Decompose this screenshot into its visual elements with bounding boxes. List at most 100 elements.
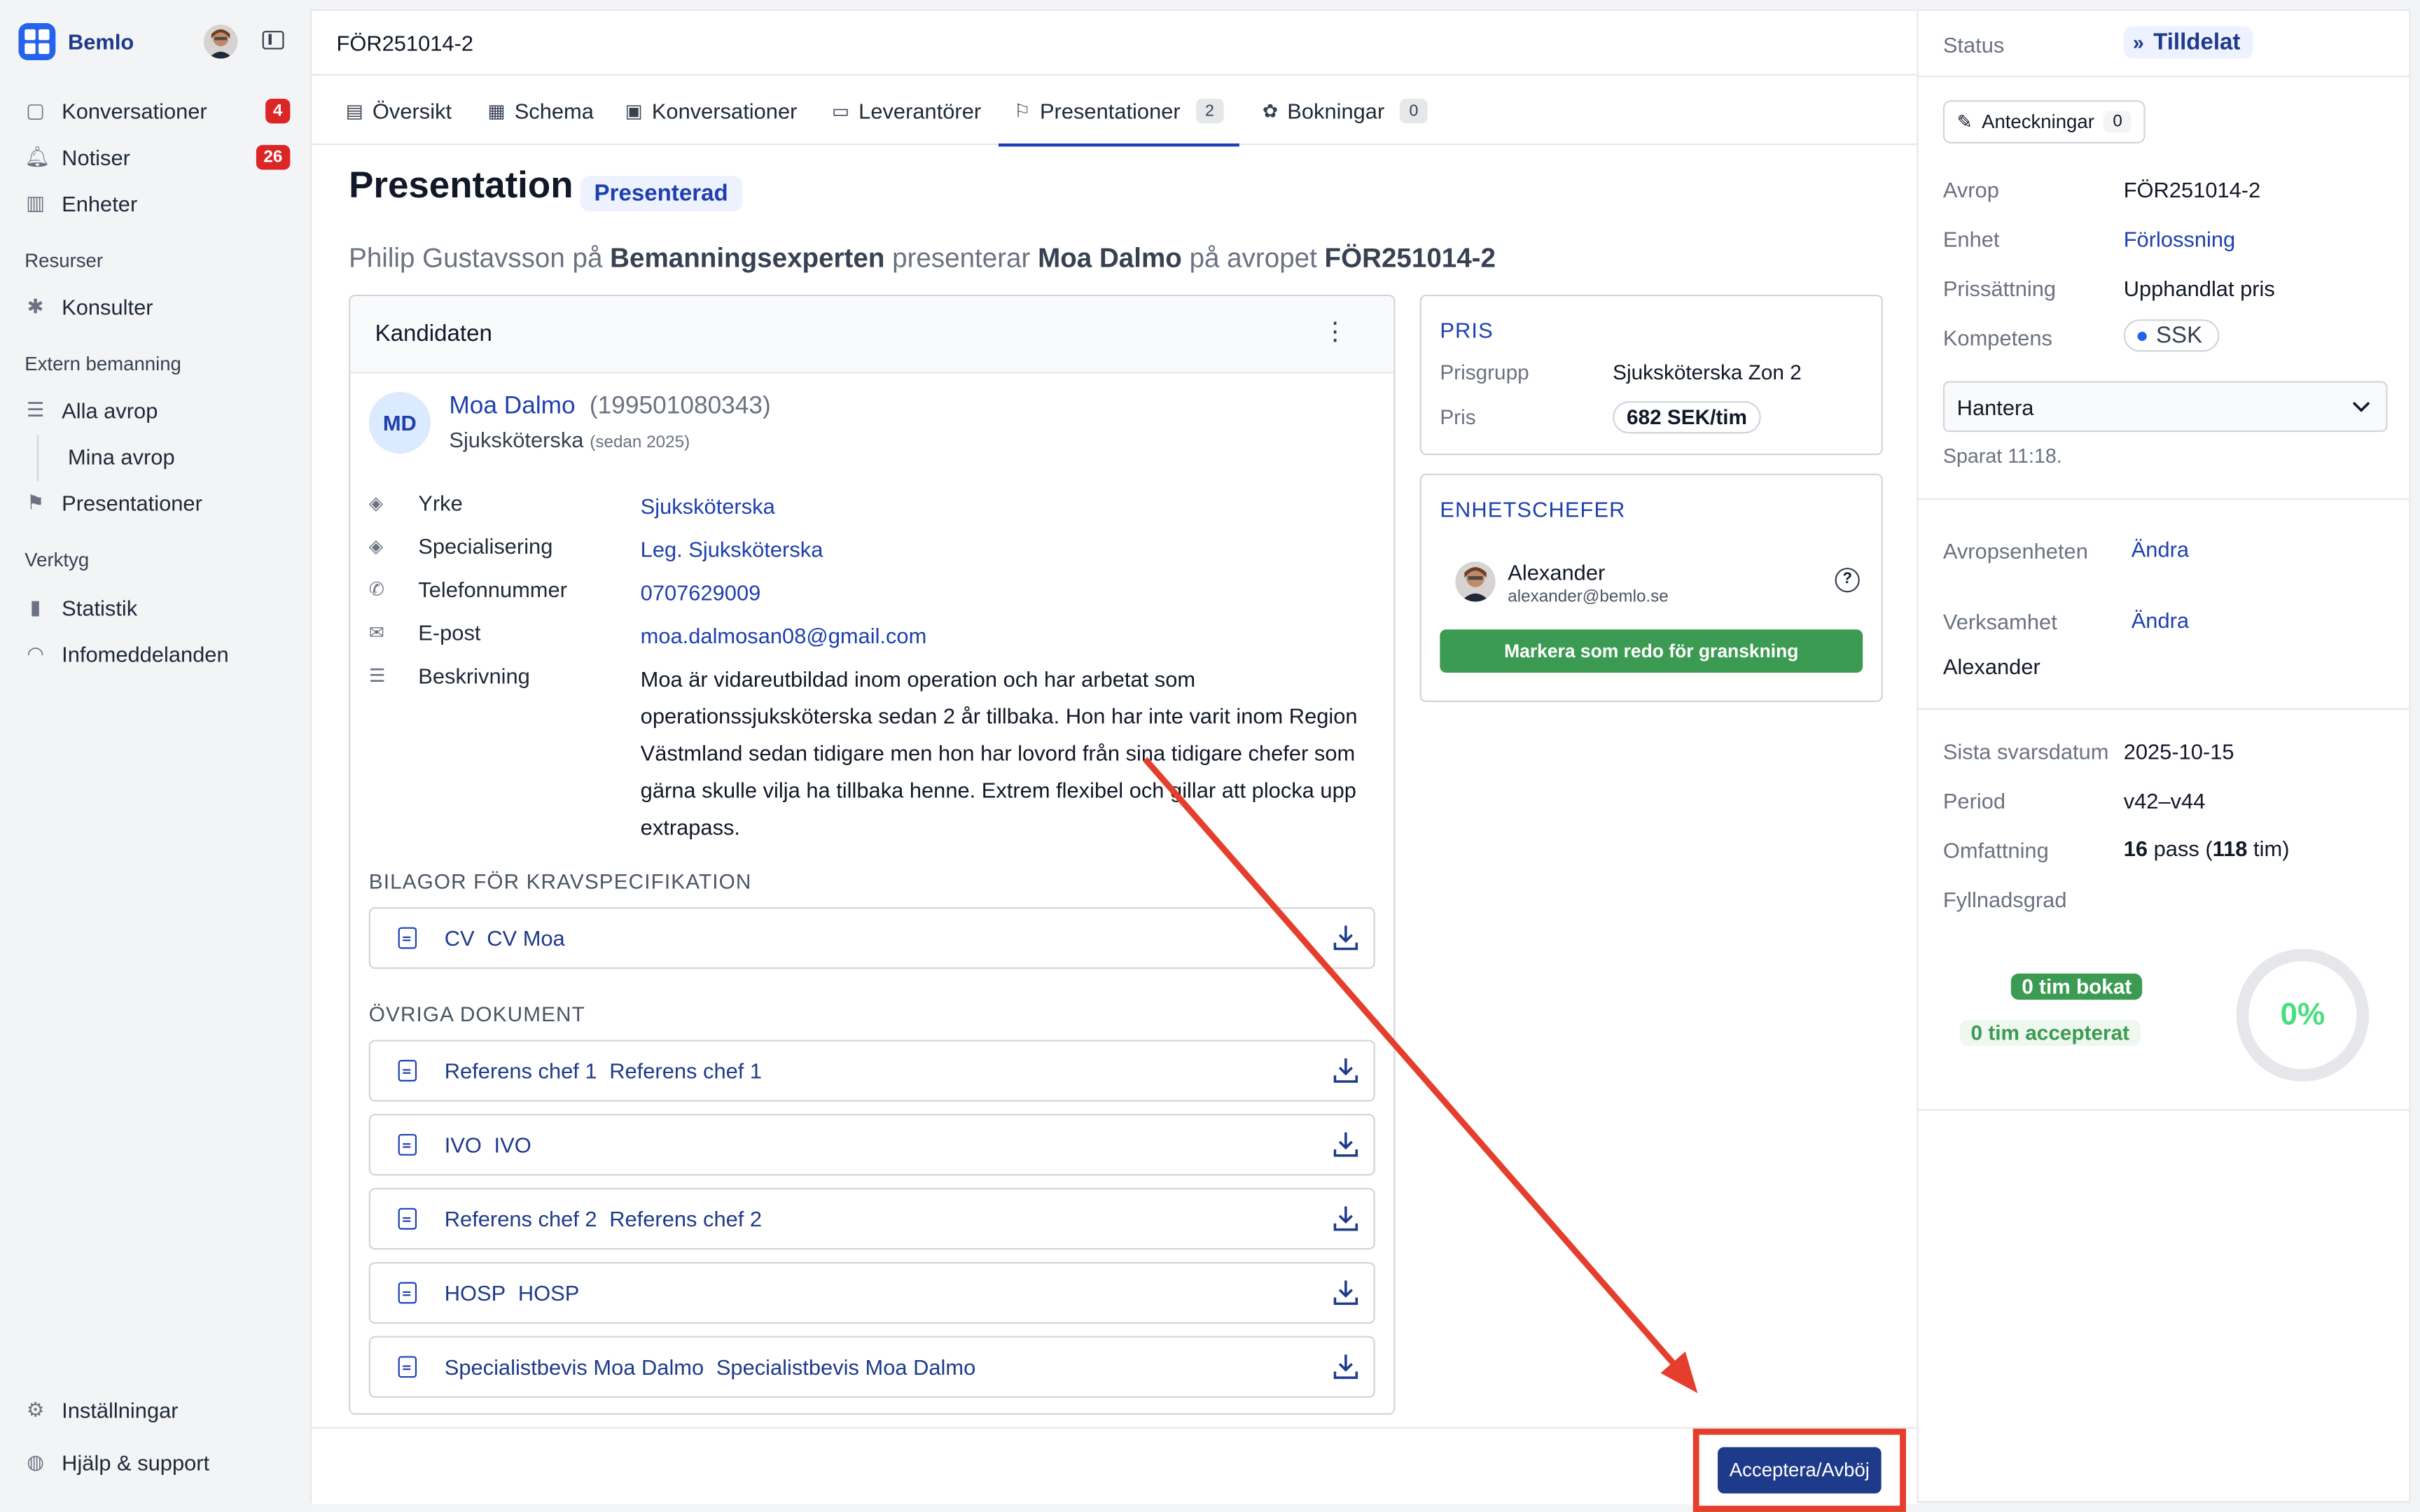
bar-chart-icon: ▮ bbox=[29, 595, 41, 619]
download-icon[interactable] bbox=[1333, 1057, 1358, 1085]
document-row[interactable]: IVO IVO bbox=[368, 1114, 1375, 1176]
sidebar-item-installningar[interactable]: ⚙ Inställningar bbox=[25, 1394, 290, 1425]
help-icon[interactable]: ? bbox=[1835, 568, 1860, 593]
document-name: IVO bbox=[444, 1132, 482, 1157]
globe-icon: ◍ bbox=[27, 1450, 45, 1474]
enhet-link[interactable]: Förlossning bbox=[2124, 227, 2236, 251]
price-group-value: Sjuksköterska Zon 2 bbox=[1613, 360, 1802, 384]
document-name: CV bbox=[444, 925, 475, 951]
booked-hours-badge: 0 tim bokat bbox=[2010, 973, 2143, 1000]
field-label: Telefonnummer bbox=[418, 577, 567, 602]
change-business-link[interactable]: Ändra bbox=[2132, 608, 2189, 632]
manager-email: alexander@bemlo.se bbox=[1508, 587, 1669, 607]
notes-button[interactable]: ✎ Anteckningar 0 bbox=[1942, 100, 2146, 144]
sidebar-item-mina-avrop[interactable]: Mina avrop bbox=[68, 441, 284, 472]
email-link[interactable]: moa.dalmosan08@gmail.com bbox=[641, 623, 927, 648]
section-resurser: Resurser bbox=[25, 250, 104, 272]
sidebar-item-label: Konsulter bbox=[62, 294, 153, 320]
competence-value: SSK bbox=[2155, 322, 2203, 349]
gear-icon: ⚙ bbox=[26, 1397, 45, 1421]
flag-icon: ⚑ bbox=[26, 490, 45, 514]
brand[interactable]: Bemlo bbox=[18, 23, 134, 60]
manage-select[interactable]: Hantera bbox=[1942, 381, 2388, 433]
document-icon bbox=[398, 1133, 417, 1156]
candidate-name-link[interactable]: Moa Dalmo bbox=[449, 393, 575, 421]
document-icon bbox=[398, 1356, 417, 1378]
fill-label: Fyllnadsgrad bbox=[1942, 887, 2067, 912]
download-icon[interactable] bbox=[1333, 1205, 1358, 1233]
document-row[interactable]: HOSP HOSP bbox=[368, 1261, 1375, 1324]
bell-icon: 🔔︎ bbox=[25, 145, 50, 169]
tab-oversikt[interactable]: ▤ Översikt bbox=[346, 76, 452, 145]
other-docs-heading: ÖVRIGA DOKUMENT bbox=[368, 1002, 585, 1026]
sidebar-item-alla-avrop[interactable]: ☰ Alla avrop bbox=[25, 395, 290, 426]
price-card: PRIS Prisgrupp Sjuksköterska Zon 2 Pris … bbox=[1419, 294, 1883, 456]
phone-link[interactable]: 0707629009 bbox=[641, 580, 761, 605]
avropsenheten-label: Avropsenheten bbox=[1942, 538, 2088, 564]
scope-pass: 16 bbox=[2123, 836, 2148, 861]
presentation-heading: Presentation bbox=[349, 164, 573, 207]
details-panel: Status » Tilldelat ✎ Anteckningar 0 Avro… bbox=[1917, 9, 2411, 1503]
highlight-annotation-box bbox=[1692, 1428, 1906, 1512]
bemlo-logo bbox=[18, 23, 56, 60]
sidebar-item-label: Inställningar bbox=[62, 1397, 179, 1423]
competence-pill: SSK bbox=[2123, 319, 2220, 352]
candidate-name: Moa Dalmo bbox=[1038, 242, 1182, 274]
document-icon bbox=[398, 927, 417, 949]
sidebar-toggle-icon[interactable] bbox=[262, 31, 284, 50]
tab-schema[interactable]: ▦ Schema bbox=[487, 76, 593, 145]
field-label: Specialisering bbox=[418, 533, 553, 559]
scope-hours: 118 bbox=[2212, 836, 2248, 861]
accepted-hours-badge: 0 tim accepterat bbox=[1960, 1019, 2141, 1046]
download-icon[interactable] bbox=[1333, 924, 1358, 952]
puzzle-icon: ✱ bbox=[27, 294, 44, 318]
field-value[interactable]: Leg. Sjuksköterska bbox=[641, 537, 823, 561]
manager-avatar bbox=[1455, 561, 1496, 602]
price-value: 682 SEK/tim bbox=[1613, 401, 1761, 434]
phone-icon: ✆ bbox=[368, 578, 384, 601]
document-title: Specialistbevis Moa Dalmo bbox=[716, 1354, 976, 1380]
download-icon[interactable] bbox=[1333, 1131, 1358, 1159]
pencil-icon: ✎ bbox=[1956, 111, 1973, 133]
document-name: Referens chef 2 bbox=[444, 1206, 597, 1231]
document-row[interactable]: Referens chef 2 Referens chef 2 bbox=[368, 1188, 1375, 1250]
document-row[interactable]: CV CV Moa bbox=[368, 906, 1375, 969]
prissattning-label: Prissättning bbox=[1942, 276, 2057, 301]
mail-icon: ✉ bbox=[368, 622, 384, 644]
document-row[interactable]: Specialistbevis Moa Dalmo Specialistbevi… bbox=[368, 1336, 1375, 1398]
download-icon[interactable] bbox=[1333, 1279, 1358, 1307]
tab-presentationer[interactable]: ⚐ Presentationer 2 bbox=[999, 76, 1239, 147]
user-avatar[interactable] bbox=[203, 24, 238, 59]
sidebar-item-presentationer[interactable]: ⚑ Presentationer bbox=[25, 487, 290, 518]
more-options-icon[interactable]: ⋮ bbox=[1323, 320, 1347, 345]
tab-bokningar[interactable]: ✿ Bokningar 0 bbox=[1263, 76, 1428, 145]
sidebar-item-infomeddelanden[interactable]: ◠ Infomeddelanden bbox=[25, 638, 290, 669]
sidebar-item-notiser[interactable]: 🔔︎ Notiser 26 bbox=[25, 142, 291, 173]
tab-leverantorer[interactable]: ▭ Leverantörer bbox=[832, 76, 981, 145]
document-icon bbox=[398, 1208, 417, 1230]
divider bbox=[1918, 75, 2409, 78]
sidebar-item-konsulter[interactable]: ✱ Konsulter bbox=[25, 292, 290, 323]
sidebar-item-label: Mina avrop bbox=[67, 444, 175, 470]
period-label: Period bbox=[1942, 788, 2006, 813]
candidate-avatar: MD bbox=[368, 391, 431, 454]
status-value: Tilldelat bbox=[2153, 29, 2241, 56]
document-row[interactable]: Referens chef 1 Referens chef 1 bbox=[368, 1040, 1375, 1102]
sidebar-item-hjalp[interactable]: ◍ Hjälp & support bbox=[25, 1447, 290, 1478]
tab-label: Schema bbox=[514, 97, 594, 123]
attachments-heading: BILAGOR FÖR KRAVSPECIFIKATION bbox=[368, 870, 752, 894]
document-title: IVO bbox=[494, 1132, 531, 1157]
select-value: Hantera bbox=[1956, 394, 2034, 419]
notification-badge: 26 bbox=[256, 145, 291, 170]
download-icon[interactable] bbox=[1333, 1353, 1358, 1381]
document-name: HOSP bbox=[444, 1280, 506, 1306]
tab-konversationer[interactable]: ▣ Konversationer bbox=[625, 76, 798, 145]
mark-ready-button[interactable]: Markera som redo för granskning bbox=[1440, 629, 1863, 673]
sidebar-item-konversationer[interactable]: ▢ Konversationer 4 bbox=[25, 96, 291, 127]
deadline-value: 2025-10-15 bbox=[2123, 738, 2234, 764]
sidebar-item-enheter[interactable]: ▥ Enheter bbox=[25, 188, 290, 219]
status-pill[interactable]: » Tilldelat bbox=[2123, 26, 2253, 59]
field-value[interactable]: Sjuksköterska bbox=[641, 493, 775, 518]
change-unit-link[interactable]: Ändra bbox=[2132, 537, 2189, 561]
sidebar-item-statistik[interactable]: ▮ Statistik bbox=[25, 592, 290, 623]
